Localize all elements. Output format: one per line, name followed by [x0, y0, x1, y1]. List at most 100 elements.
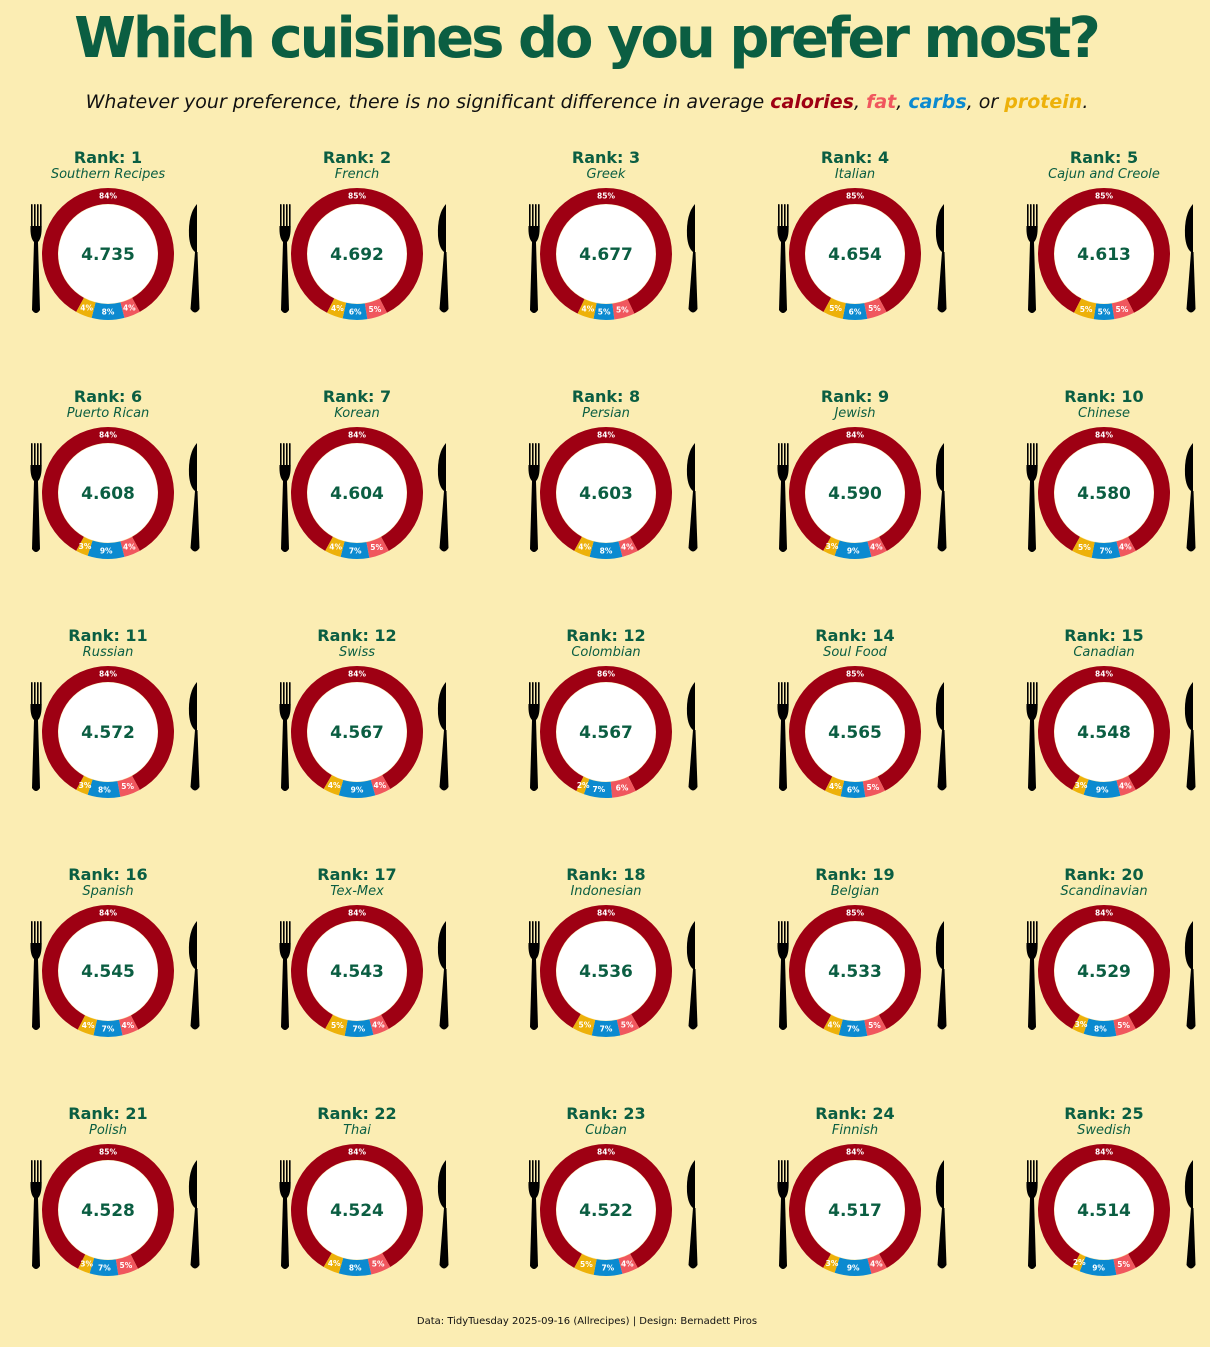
calories-share-label: 85%	[348, 192, 366, 201]
knife-icon	[935, 1160, 947, 1269]
protein-share-label: 3%	[826, 1259, 839, 1268]
nutrient-donut: 84% 5% 8% 3% 4.529	[1026, 905, 1196, 1037]
caption: Data: TidyTuesday 2025-09-16 (Allrecipes…	[416, 1316, 758, 1327]
fat-share-label: 5%	[1116, 305, 1129, 314]
calories-share-label: 84%	[348, 670, 366, 679]
knife-icon	[188, 921, 200, 1030]
calories-share-label: 84%	[99, 192, 117, 201]
nutrient-donut: 85%5%5%4%4.677	[528, 188, 698, 320]
carbs-share-label: 7%	[352, 1025, 365, 1034]
knife-icon	[935, 682, 947, 791]
carbs-share-label: 7%	[847, 1025, 860, 1034]
cuisine-plate: Rank: 16 Spanish 84% 4% 7% 4% 4.545	[8, 865, 208, 1065]
fat-share-label: 4%	[1119, 782, 1132, 791]
calories-share-label: 84%	[99, 431, 117, 440]
knife-icon	[188, 204, 200, 313]
cuisine-plate: Rank: 24 Finnish 84% 4% 9% 3% 4.517	[755, 1104, 955, 1304]
rating-value: 4.548	[1077, 723, 1131, 743]
fat-share-label: 4%	[123, 304, 136, 313]
knife-icon	[935, 204, 947, 313]
fat-share-label: 5%	[616, 305, 629, 314]
calories-share-label: 85%	[99, 1148, 117, 1157]
rating-value: 4.604	[330, 484, 384, 504]
rating-value: 4.567	[330, 723, 384, 743]
rating-value: 4.517	[828, 1201, 882, 1221]
fat-share-label: 4%	[121, 1021, 134, 1030]
fat-share-label: 5%	[372, 1260, 385, 1269]
rating-value: 4.580	[1077, 484, 1131, 504]
calories-share-label: 85%	[846, 192, 864, 201]
fork-icon	[30, 443, 42, 552]
fat-share-label: 4%	[621, 543, 634, 552]
calories-share-label: 84%	[1095, 909, 1113, 918]
rating-value: 4.522	[579, 1201, 633, 1221]
calories-share-label: 84%	[846, 1148, 864, 1157]
knife-icon	[686, 682, 698, 791]
fork-icon	[30, 682, 42, 791]
cuisine-plate: Rank: 25 Swedish 84% 5% 9% 2% 4.514	[1004, 1104, 1204, 1304]
cuisine-plate: Rank: 19 Belgian 85% 5% 7% 4% 4.533	[755, 865, 955, 1065]
protein-share-label: 4%	[328, 781, 341, 790]
fork-icon	[1026, 1160, 1038, 1269]
fork-icon	[279, 682, 291, 791]
protein-share-label: 3%	[1075, 1020, 1088, 1029]
rating-value: 4.545	[81, 962, 135, 982]
calories-share-label: 84%	[99, 670, 117, 679]
fat-share-label: 4%	[1119, 543, 1132, 552]
knife-icon	[1184, 443, 1196, 552]
fork-icon	[528, 443, 540, 552]
fork-icon	[30, 1160, 42, 1269]
fat-share-label: 4%	[870, 543, 883, 552]
rating-value: 4.590	[828, 484, 882, 504]
calories-share-label: 84%	[348, 909, 366, 918]
knife-icon	[437, 682, 449, 791]
fat-share-label: 5%	[369, 305, 382, 314]
cuisine-plate: Rank: 8 Persian 84% 4% 8% 4% 4.603	[506, 387, 706, 587]
nutrient-donut: 85% 5% 6% 4% 4.565	[777, 666, 947, 798]
fork-icon	[777, 1160, 789, 1269]
calories-share-label: 84%	[99, 909, 117, 918]
fork-icon	[1026, 921, 1038, 1030]
rating-value: 4.567	[579, 723, 633, 743]
fat-share-label: 5%	[1117, 1260, 1130, 1269]
cuisine-plate: Rank: 18 Indonesian 84% 5% 7% 5% 4.536	[506, 865, 706, 1065]
knife-icon	[437, 1160, 449, 1269]
rating-value: 4.529	[1077, 962, 1131, 982]
rating-value: 4.735	[81, 245, 135, 265]
rating-value: 4.654	[828, 245, 882, 265]
nutrient-donut: 84% 4% 7% 5% 4.522	[528, 1144, 698, 1276]
cuisine-plate: Rank: 14 Soul Food 85% 5% 6% 4% 4.565	[755, 626, 955, 826]
protein-share-label: 4%	[328, 1259, 341, 1268]
cuisine-plate: Rank: 12 Colombian 86% 6% 7% 2% 4.567	[506, 626, 706, 826]
knife-icon	[686, 443, 698, 552]
fat-share-label: 5%	[868, 1021, 881, 1030]
knife-icon	[686, 204, 698, 313]
nutrient-donut: 84% 4% 9% 3% 4.517	[777, 1144, 947, 1276]
knife-icon	[1184, 204, 1196, 313]
nutrient-donut: 85% 5% 5% 5% 4.613	[1026, 188, 1196, 320]
cuisine-plate: Rank: 5 Cajun and Creole 85% 5% 5% 5% 4.613	[1004, 148, 1204, 348]
carbs-share-label: 6%	[349, 308, 362, 317]
nutrient-donut: 84% 4% 9% 3% 4.590	[777, 427, 947, 559]
carbs-share-label: 7%	[592, 785, 605, 794]
fork-icon	[528, 682, 540, 791]
carbs-share-label: 8%	[102, 308, 115, 317]
protein-share-label: 3%	[826, 542, 839, 551]
calories-share-label: 84%	[597, 431, 615, 440]
carbs-share-label: 8%	[600, 547, 613, 556]
nutrient-donut: 84% 5% 7% 4% 4.604	[279, 427, 449, 559]
protein-share-label: 5%	[580, 1260, 593, 1269]
protein-share-label: 5%	[331, 1021, 344, 1030]
fork-icon	[1026, 682, 1038, 791]
rating-value: 4.677	[579, 245, 633, 265]
carbs-share-label: 8%	[98, 785, 111, 794]
protein-share-label: 3%	[79, 781, 92, 790]
calories-share-label: 84%	[1095, 431, 1113, 440]
protein-share-label: 4%	[829, 782, 842, 791]
fat-share-label: 5%	[1117, 1021, 1130, 1030]
rating-value: 4.613	[1077, 245, 1131, 265]
nutrient-donut: 85% 5% 6% 4% 4.692	[279, 188, 449, 320]
rating-value: 4.536	[579, 962, 633, 982]
fork-icon	[528, 204, 540, 313]
cuisine-plate: Rank: 10 Chinese 84% 4% 7% 5% 4.580	[1004, 387, 1204, 587]
